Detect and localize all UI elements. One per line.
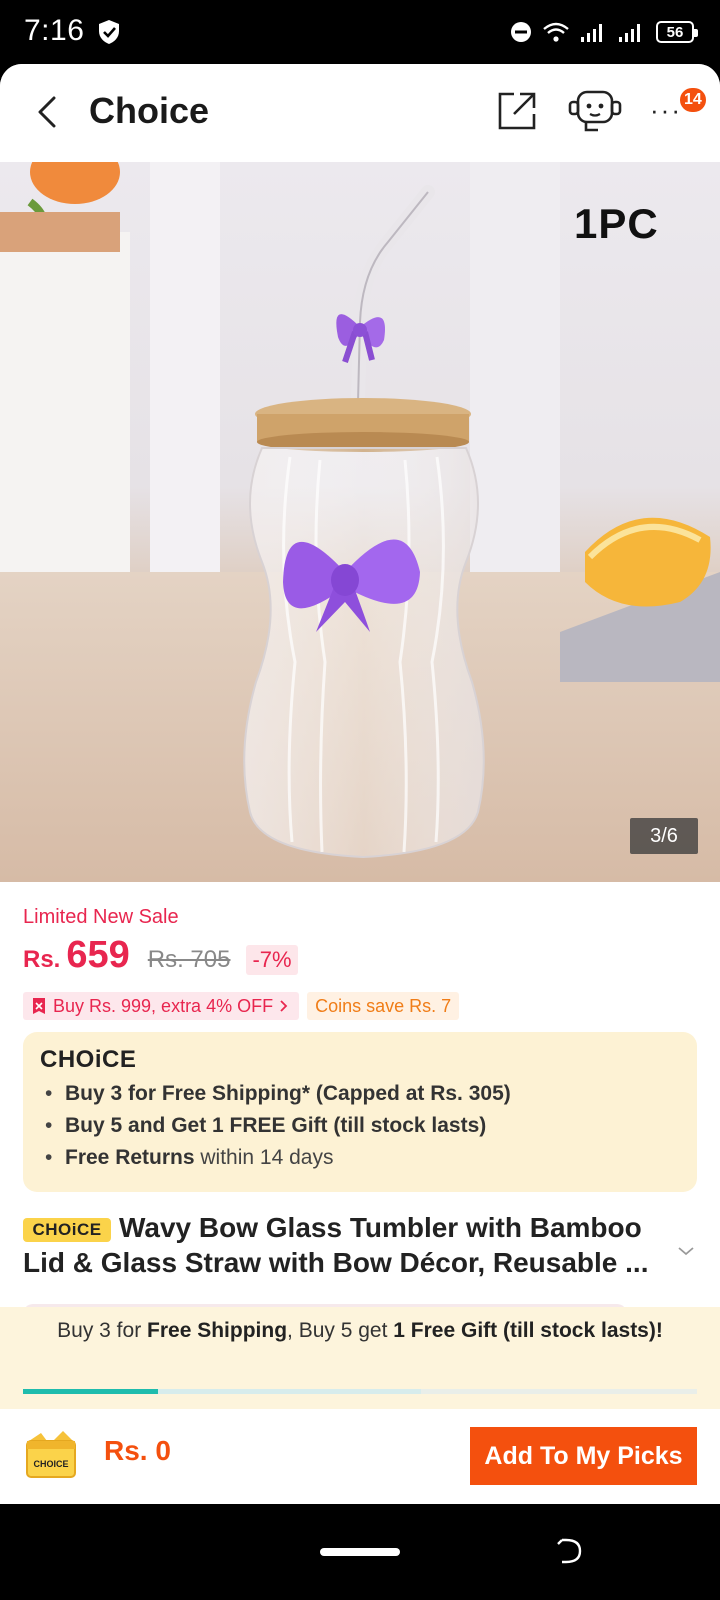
product-image-carousel[interactable]: 1PC 3/6 [0, 162, 720, 882]
notification-badge: 14 [678, 86, 708, 114]
home-gesture-bar[interactable] [320, 1548, 400, 1556]
chevron-down-icon[interactable] [676, 1244, 696, 1258]
choice-badge: CHOiCE [23, 1218, 111, 1242]
svg-text:CHOICE: CHOICE [33, 1459, 68, 1469]
add-to-my-picks-button[interactable]: Add To My Picks [470, 1427, 697, 1485]
more-button[interactable]: ··· 14 [650, 86, 708, 130]
original-price: Rs. 705 [147, 946, 231, 973]
coins-chip[interactable]: Coins save Rs. 7 [307, 992, 460, 1020]
page-title: Choice [89, 90, 210, 131]
support-bot-icon[interactable] [566, 86, 624, 136]
app-header: Choice ··· 14 [0, 64, 720, 162]
progress-fill [23, 1389, 158, 1394]
product-page: Choice ··· 14 1PC 3/6 Limited New Sale R… [0, 64, 720, 1504]
wifi-icon [543, 22, 569, 42]
chevron-right-icon [280, 1000, 288, 1012]
promo-row: Buy Rs. 999, extra 4% OFF Coins save Rs.… [23, 992, 460, 1022]
shield-icon [99, 20, 119, 44]
sale-label: Limited New Sale [23, 906, 179, 928]
price-value: 659 [66, 934, 130, 976]
back-arrow-icon[interactable] [30, 92, 66, 132]
list-item: • Free Returns within 14 days [45, 1146, 334, 1169]
more-icon: ··· [650, 95, 682, 125]
shipping-progress-bar [23, 1389, 697, 1394]
discount-badge: -7% [246, 945, 298, 975]
choice-benefits-box[interactable]: CHOiCE • Buy 3 for Free Shipping* (Capped… [23, 1032, 697, 1192]
threshold-promo-label: Buy Rs. 999, extra 4% OFF [53, 995, 274, 1016]
price-currency: Rs. [23, 946, 61, 973]
choice-logo: CHOiCE [40, 1046, 137, 1073]
bottom-action-bar: CHOICE Rs. 0 Add To My Picks [0, 1409, 720, 1504]
rotate-icon[interactable] [556, 1536, 586, 1566]
share-icon[interactable] [496, 90, 538, 132]
image-overlay-text: 1PC [574, 200, 659, 247]
signal-icon [619, 24, 640, 42]
price-row: Rs. 659 Rs. 705 -7% [23, 934, 298, 984]
coupon-icon [33, 998, 45, 1014]
coins-label: Coins save Rs. 7 [315, 995, 452, 1016]
cart-total: Rs. 0 [104, 1435, 171, 1466]
signal-icon [581, 24, 602, 42]
product-title[interactable]: Wavy Bow Glass Tumbler with Bamboo Lid &… [23, 1210, 673, 1280]
system-nav-bar [0, 1504, 720, 1600]
status-time: 7:16 [24, 14, 85, 47]
list-item: • Buy 5 and Get 1 FREE Gift (till stock l… [45, 1114, 487, 1137]
threshold-promo-chip[interactable]: Buy Rs. 999, extra 4% OFF [23, 992, 300, 1020]
shipping-banner: Buy 3 for Free Shipping, Buy 5 get 1 Fre… [0, 1307, 720, 1409]
product-photo [0, 162, 720, 882]
choice-cart-icon[interactable]: CHOICE [23, 1427, 79, 1483]
status-bar: 7:16 56 [0, 0, 720, 64]
dnd-icon [511, 22, 531, 42]
battery-icon: 56 [656, 21, 698, 43]
shipping-banner-text: Buy 3 for Free Shipping, Buy 5 get 1 Fre… [57, 1319, 663, 1342]
list-item: • Buy 3 for Free Shipping* (Capped at Rs.… [45, 1082, 511, 1105]
status-icons: 56 [510, 18, 698, 46]
image-counter: 3/6 [630, 818, 698, 854]
benefits-list: • Buy 3 for Free Shipping* (Capped at Rs.… [45, 1078, 511, 1174]
